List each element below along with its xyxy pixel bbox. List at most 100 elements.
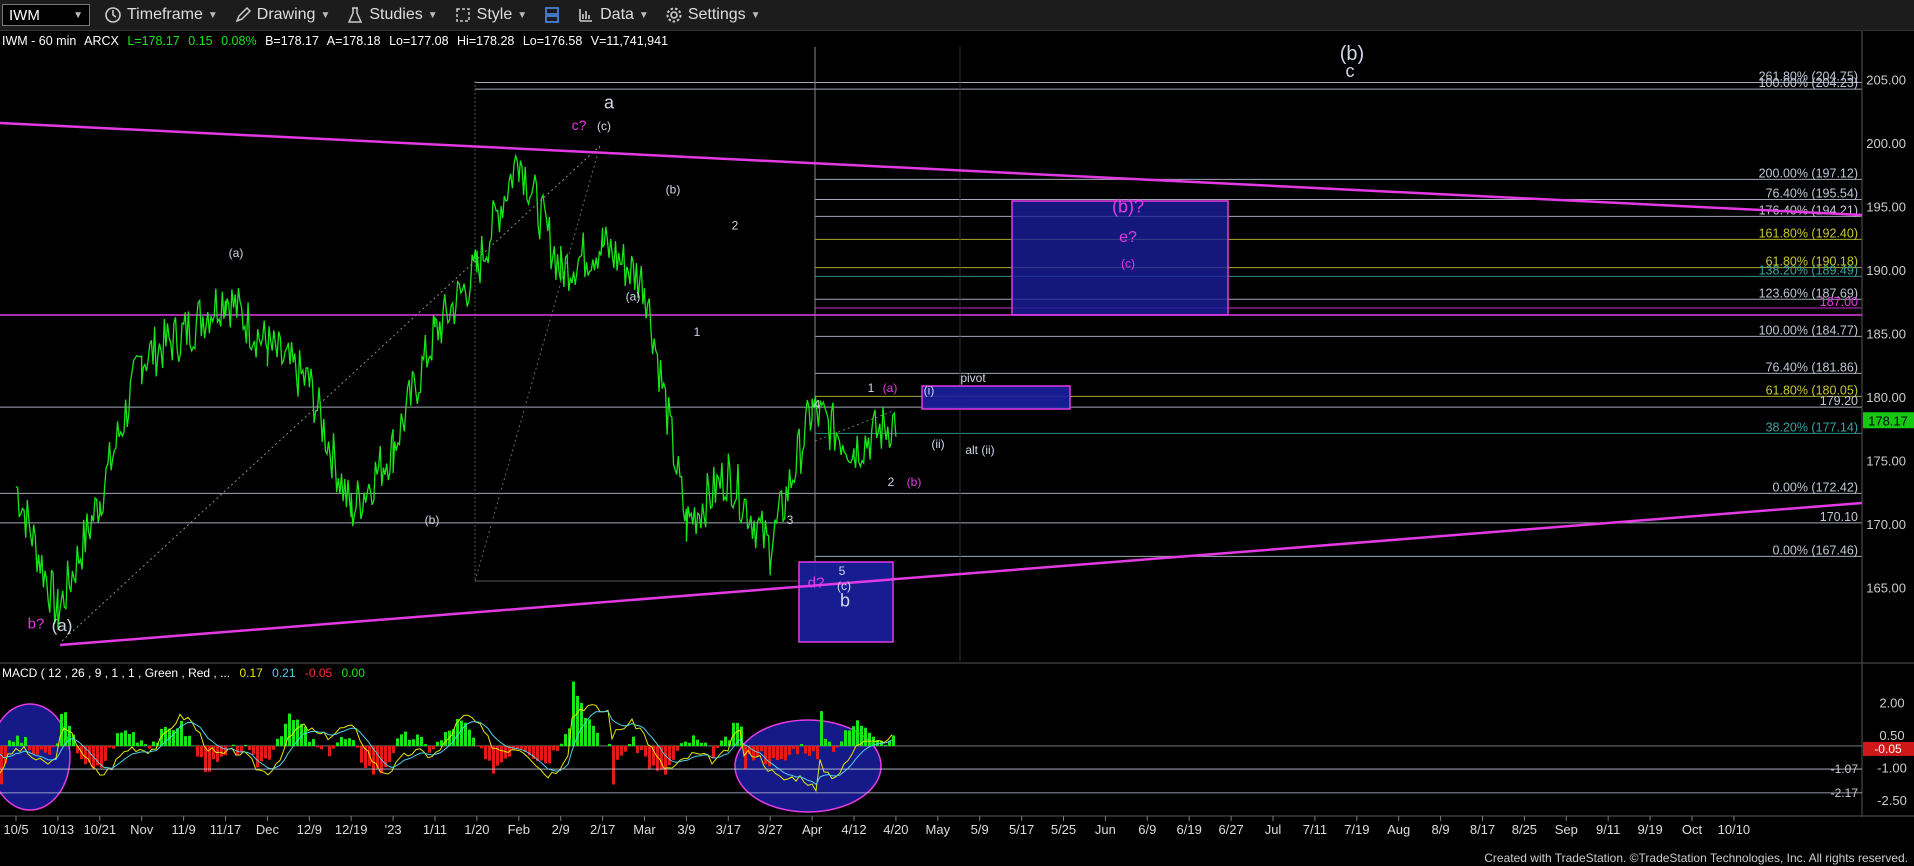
macd-histogram-bar <box>312 739 315 746</box>
chevron-down-icon: ▼ <box>517 9 528 21</box>
quote-line: IWM - 60 min ARCX L=178.17 0.15 0.08% B=… <box>2 34 668 48</box>
macd-histogram-bar <box>272 745 275 750</box>
macd-y-tick: -1.00 <box>1877 761 1907 776</box>
chevron-down-icon: ▼ <box>320 9 331 21</box>
macd-histogram-bar <box>616 745 619 760</box>
macd-histogram-bar <box>696 739 699 746</box>
macd-histogram-bar <box>884 745 887 746</box>
wave-label: d? <box>808 575 825 592</box>
macd-histogram-bar <box>700 742 703 746</box>
symbol-value: IWM <box>9 6 40 24</box>
macd-histogram-bar <box>196 745 199 757</box>
macd-histogram-bar <box>28 745 31 750</box>
data-button[interactable]: Data ▼ <box>569 0 657 30</box>
macd-histogram-bar <box>684 741 687 746</box>
macd-histogram-bar <box>704 742 707 746</box>
chart-svg[interactable]: 261.80% (204.75)100.00% (204.23)200.00% … <box>0 31 1914 851</box>
macd-histogram-bar <box>680 743 683 746</box>
symbol-input[interactable]: IWM ▼ <box>2 4 90 26</box>
timeframe-button[interactable]: Timeframe ▼ <box>96 0 226 30</box>
wave-label: 4 <box>814 397 821 411</box>
studies-button[interactable]: Studies ▼ <box>338 0 445 30</box>
macd-histogram-bar <box>556 745 559 752</box>
x-tick-label: 12/19 <box>335 822 368 837</box>
macd-histogram-bar <box>188 735 191 746</box>
drawing-button[interactable]: Drawing ▼ <box>226 0 339 30</box>
lower-trendline <box>59 501 1863 647</box>
wave-label: (a) <box>229 246 244 260</box>
macd-histogram-bar <box>688 742 691 746</box>
settings-button[interactable]: Settings ▼ <box>657 0 769 30</box>
y-tick-label: 180.00 <box>1866 390 1906 405</box>
macd-level-label: -1.07 <box>1831 762 1859 776</box>
wave-label: a <box>604 93 615 113</box>
x-tick-label: 10/5 <box>3 822 28 837</box>
clock-icon <box>105 7 121 23</box>
macd-y-tick: -2.50 <box>1877 793 1907 808</box>
macd-histogram-bar <box>388 745 391 762</box>
macd-histogram-bar <box>444 732 447 746</box>
macd-histogram-bar <box>308 741 311 746</box>
macd-histogram-bar <box>148 745 151 749</box>
macd-histogram-bar <box>488 745 491 761</box>
quote-change-pct: 0.08% <box>221 34 256 48</box>
macd-histogram-bar <box>564 734 567 746</box>
macd-histogram-bar <box>560 743 563 746</box>
macd-histogram-bar <box>332 745 335 749</box>
x-tick-label: 5/9 <box>971 822 989 837</box>
macd-histogram-bar <box>468 729 471 746</box>
x-tick-label: Jun <box>1095 822 1116 837</box>
fib-level-label: 200.00% (197.12) <box>1759 166 1858 180</box>
macd-histogram-bar <box>256 745 259 768</box>
chevron-down-icon: ▼ <box>638 9 649 21</box>
macd-histogram-bar <box>812 745 815 752</box>
macd-histogram-bar <box>172 730 175 746</box>
x-tick-label: 1/20 <box>464 822 489 837</box>
y-tick-label: 205.00 <box>1866 72 1906 87</box>
macd-histogram-bar <box>0 745 3 785</box>
macd-histogram-bar <box>248 745 251 751</box>
macd-histogram-bar <box>228 745 231 747</box>
fib-level-label: 76.40% (181.86) <box>1766 360 1858 374</box>
wave-label: (ii) <box>931 437 944 451</box>
macd-histogram-bar <box>396 738 399 746</box>
macd-level-label: -2.17 <box>1831 786 1859 800</box>
macd-histogram-bar <box>868 732 871 746</box>
macd-histogram-bar <box>628 744 631 746</box>
y-tick-label: 190.00 <box>1866 263 1906 278</box>
x-tick-label: 7/19 <box>1344 822 1369 837</box>
x-tick-label: 6/9 <box>1138 822 1156 837</box>
wave-label: e? <box>1119 229 1137 246</box>
macd-histogram-bar <box>720 740 723 746</box>
macd-histogram-bar <box>460 720 463 746</box>
macd-histogram-bar <box>500 745 503 763</box>
style-label: Style <box>476 6 513 23</box>
wave-label: c <box>1346 61 1355 81</box>
macd-histogram-bar <box>304 726 307 746</box>
macd-histogram-bar <box>844 730 847 746</box>
macd-oval-right <box>734 719 882 813</box>
style-button[interactable]: Style ▼ <box>446 0 535 30</box>
x-tick-label: 2/9 <box>552 822 570 837</box>
quote-exchange: ARCX <box>84 34 119 48</box>
layout-button[interactable] <box>535 0 569 30</box>
macd-histogram-bar <box>120 732 123 746</box>
wave-label: 1 <box>868 381 875 395</box>
chart-area[interactable]: 261.80% (204.75) 100.00% (204.23) 200.00% … <box>0 31 1914 851</box>
wave-label: (c) <box>597 119 611 133</box>
macd-histogram-bar <box>548 745 551 764</box>
macd-histogram-bar <box>476 745 479 747</box>
price-series-line <box>15 153 897 630</box>
toolbar: IWM ▼ Timeframe ▼ Drawing ▼ Studies ▼ St… <box>0 0 1914 31</box>
fib-level-label: 161.80% (192.40) <box>1759 226 1858 240</box>
macd-histogram-bar <box>336 742 339 746</box>
wave-label: (b) <box>666 183 681 197</box>
macd-histogram-bar <box>480 745 483 749</box>
macd-histogram-bar <box>544 745 547 764</box>
macd-histogram-bar <box>348 738 351 746</box>
wave-label: (b) <box>425 513 440 527</box>
macd-histogram-bar <box>340 736 343 746</box>
macd-histogram-bar <box>424 744 427 746</box>
chevron-down-icon: ▼ <box>750 9 761 21</box>
macd-histogram-bar <box>864 727 867 746</box>
